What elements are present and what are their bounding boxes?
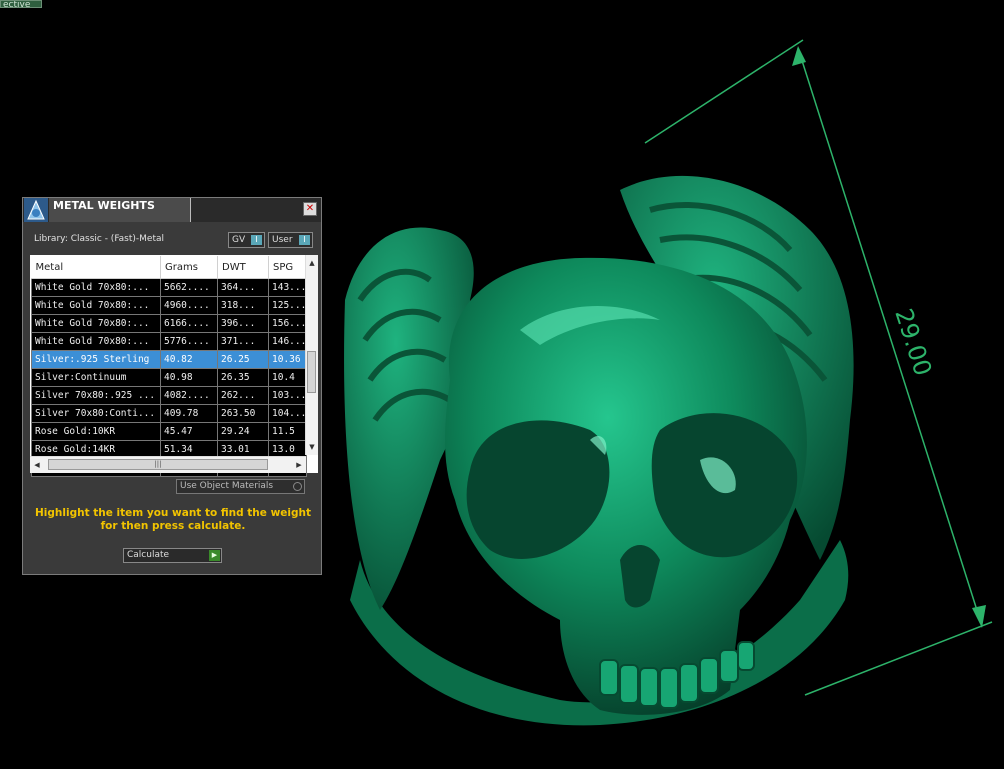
cell-grams: 40.98 [160, 368, 218, 387]
cell-grams: 45.47 [160, 422, 218, 441]
panel-titlebar[interactable]: METAL WEIGHTS ✕ [23, 198, 321, 222]
gv-toggle[interactable]: GV I [228, 232, 265, 248]
gv-toggle-label: GV [232, 235, 246, 245]
cell-spg: 10.36 [268, 350, 307, 369]
table-row[interactable]: Silver 70x80:.925 ... 4082.... 262... 103..… [31, 386, 307, 405]
close-icon: ✕ [305, 203, 315, 214]
toggle-knob-icon: I [299, 235, 310, 245]
column-header-dwt[interactable]: DWT [217, 256, 269, 279]
cell-metal: Silver:.925 Sterling [31, 350, 161, 369]
user-toggle-label: User [272, 235, 293, 245]
use-object-materials-checkbox[interactable]: Use Object Materials [176, 479, 305, 494]
calculate-label: Calculate [127, 550, 170, 560]
cell-spg: 146... [268, 332, 307, 351]
cell-grams: 6166.... [160, 314, 218, 333]
cell-grams: 4960.... [160, 296, 218, 315]
column-header-grams[interactable]: Grams [160, 256, 218, 279]
use-object-materials-label: Use Object Materials [180, 481, 274, 491]
table-row[interactable]: White Gold 70x80:... 4960.... 318... 125... [31, 296, 307, 315]
cell-spg: 103... [268, 386, 307, 405]
cell-grams: 4082.... [160, 386, 218, 405]
toggle-knob-icon: I [251, 235, 262, 245]
cell-dwt: 318... [217, 296, 269, 315]
library-label: Library: Classic - (Fast)-Metal [34, 234, 165, 244]
cell-metal: White Gold 70x80:... [31, 278, 161, 297]
close-button[interactable]: ✕ [303, 202, 317, 216]
radio-icon [293, 482, 302, 491]
column-header-spg[interactable]: SPG [268, 256, 307, 279]
cell-metal: White Gold 70x80:... [31, 296, 161, 315]
cell-grams: 409.78 [160, 404, 218, 423]
table-row[interactable]: White Gold 70x80:... 6166.... 396... 156... [31, 314, 307, 333]
table-row[interactable]: Silver:Continuum 40.98 26.35 10.4 [31, 368, 307, 387]
cell-metal: White Gold 70x80:... [31, 332, 161, 351]
scroll-right-icon[interactable]: ▶ [292, 457, 306, 473]
cell-dwt: 26.25 [217, 350, 269, 369]
cell-dwt: 26.35 [217, 368, 269, 387]
cell-grams: 40.82 [160, 350, 218, 369]
metal-table-container: Metal Grams DWT SPG White Gold 70x80:...… [30, 255, 318, 477]
instructions-text: Highlight the item you want to find the … [35, 507, 311, 532]
metal-table: Metal Grams DWT SPG White Gold 70x80:...… [31, 256, 307, 477]
cell-spg: 10.4 [268, 368, 307, 387]
cell-spg: 104... [268, 404, 307, 423]
table-row-selected[interactable]: Silver:.925 Sterling 40.82 26.25 10.36 [31, 350, 307, 369]
cell-metal: Rose Gold:10KR [31, 422, 161, 441]
table-row[interactable]: White Gold 70x80:... 5662.... 364... 143... [31, 278, 307, 297]
table-row[interactable]: White Gold 70x80:... 5776.... 371... 146... [31, 332, 307, 351]
cell-metal: Silver:Continuum [31, 368, 161, 387]
cell-grams: 5776.... [160, 332, 218, 351]
scroll-left-icon[interactable]: ◀ [30, 457, 44, 473]
horizontal-scrollbar[interactable]: ◀ ||| ▶ [30, 456, 306, 473]
cell-metal: Silver 70x80:Conti... [31, 404, 161, 423]
vertical-scroll-thumb[interactable] [307, 351, 316, 393]
cell-grams: 5662.... [160, 278, 218, 297]
cell-dwt: 262... [217, 386, 269, 405]
cell-spg: 125... [268, 296, 307, 315]
app-logo-icon [24, 198, 48, 222]
calculate-button[interactable]: Calculate ▶ [123, 548, 222, 563]
cell-dwt: 364... [217, 278, 269, 297]
cell-spg: 143... [268, 278, 307, 297]
column-header-metal[interactable]: Metal [31, 256, 161, 279]
table-row[interactable]: Rose Gold:10KR 45.47 29.24 11.5 [31, 422, 307, 441]
play-icon: ▶ [209, 550, 220, 561]
user-toggle[interactable]: User I [268, 232, 313, 248]
table-row[interactable]: Silver 70x80:Conti... 409.78 263.50 104... [31, 404, 307, 423]
dimension-label: 29.00 [889, 305, 937, 379]
table-header-row: Metal Grams DWT SPG [31, 256, 307, 279]
cell-spg: 11.5 [268, 422, 307, 441]
cell-metal: Silver 70x80:.925 ... [31, 386, 161, 405]
cell-dwt: 396... [217, 314, 269, 333]
cell-dwt: 371... [217, 332, 269, 351]
viewport-tab[interactable]: ective [0, 0, 42, 8]
cell-dwt: 263.50 [217, 404, 269, 423]
panel-title: METAL WEIGHTS [53, 199, 155, 212]
scroll-down-icon[interactable]: ▼ [306, 441, 318, 453]
metal-weights-panel: METAL WEIGHTS ✕ Library: Classic - (Fast… [22, 197, 322, 575]
cell-metal: White Gold 70x80:... [31, 314, 161, 333]
vertical-scrollbar[interactable]: ▲ ▼ [305, 255, 318, 455]
scroll-up-icon[interactable]: ▲ [306, 257, 318, 269]
cell-dwt: 29.24 [217, 422, 269, 441]
cell-spg: 156... [268, 314, 307, 333]
horizontal-scroll-thumb[interactable]: ||| [48, 459, 268, 470]
